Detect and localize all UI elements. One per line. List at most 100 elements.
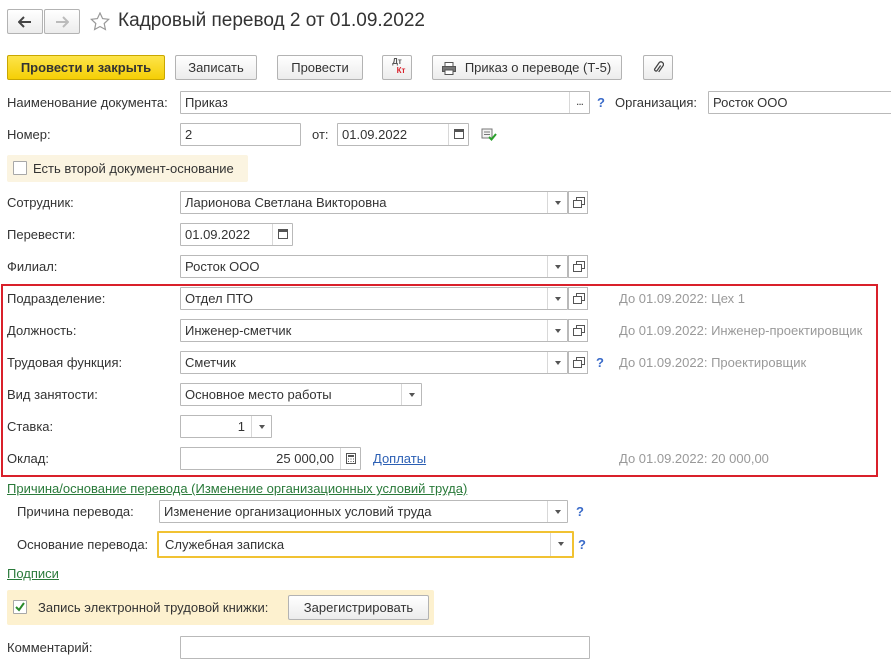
forward-button[interactable] [44,9,80,34]
employee-label: Сотрудник: [7,195,74,210]
position-value: Инженер-сметчик [185,323,292,338]
branch-value: Росток ООО [185,259,260,274]
select-dots-button[interactable]: ... [569,92,589,113]
arrow-left-icon [17,16,31,28]
doc-name-value: Приказ [185,95,228,110]
basis-field[interactable]: Служебная записка [157,531,574,558]
salary-value: 25 000,00 [276,451,334,466]
rate-dropdown-button[interactable] [251,416,271,437]
position-dropdown-button[interactable] [547,320,567,341]
transfer-calendar-button[interactable] [272,224,292,245]
basis-help-icon[interactable]: ? [578,537,586,553]
reason-label: Причина перевода: [17,504,134,519]
reason-dropdown-button[interactable] [547,501,567,522]
reason-value: Изменение организационных условий труда [164,504,432,519]
rate-field[interactable]: 1 [180,415,272,438]
rate-value: 1 [237,419,245,434]
employee-field[interactable]: Ларионова Светлана Викторовна [180,191,568,214]
highlight-frame [1,284,878,477]
reason-field[interactable]: Изменение организационных условий труда [159,500,568,523]
labor-func-dropdown-button[interactable] [547,352,567,373]
org-field[interactable]: Росток ООО [708,91,891,114]
number-value: 2 [185,127,193,142]
labor-func-field[interactable]: Сметчик [180,351,568,374]
dept-open-button[interactable] [568,287,588,310]
basis-value: Служебная записка [165,537,285,552]
labor-func-open-button[interactable] [568,351,588,374]
number-label: Номер: [7,127,51,142]
dept-dropdown-button[interactable] [547,288,567,309]
post-and-close-button[interactable]: Провести и закрыть [7,55,165,80]
doc-name-label: Наименование документа: [7,95,168,110]
print-order-button[interactable]: Приказ о переводе (Т-5) [432,55,622,80]
date-field[interactable]: 01.09.2022 [337,123,469,146]
date-value: 01.09.2022 [342,127,408,142]
position-label: Должность: [7,323,77,338]
comment-field[interactable] [180,636,590,659]
basis-label: Основание перевода: [17,537,149,552]
employment-label: Вид занятости: [7,387,98,402]
comment-label: Комментарий: [7,640,93,655]
calculator-button[interactable] [340,448,360,469]
doc-name-help-icon[interactable]: ? [597,95,605,111]
employment-value: Основное место работы [185,387,332,402]
history-check-icon[interactable] [481,127,497,141]
reason-help-icon[interactable]: ? [576,504,584,520]
window-title: Кадровый перевод 2 от 01.09.2022 [118,10,425,31]
attach-button[interactable] [643,55,673,80]
second-doc-checkbox[interactable] [13,161,27,175]
arrow-right-icon [56,16,70,28]
org-label: Организация: [615,95,698,110]
salary-hint: До 01.09.2022: 20 000,00 [619,451,769,466]
extra-payments-link[interactable]: Доплаты [373,451,426,467]
dept-hint: До 01.09.2022: Цех 1 [619,291,745,306]
labor-func-value: Сметчик [185,355,236,370]
employee-open-button[interactable] [568,191,588,214]
calendar-button[interactable] [448,124,468,145]
second-doc-label: Есть второй документ-основание [33,161,234,176]
star-icon[interactable] [90,12,110,31]
printer-icon [442,62,456,75]
branch-field[interactable]: Росток ООО [180,255,568,278]
position-open-button[interactable] [568,319,588,342]
dept-field[interactable]: Отдел ПТО [180,287,568,310]
post-button[interactable]: Провести [277,55,363,80]
labor-func-hint: До 01.09.2022: Проектировщик [619,355,807,370]
position-hint: До 01.09.2022: Инженер-проектировщик [619,323,863,338]
transfer-label: Перевести: [7,227,76,242]
basis-dropdown-button[interactable] [550,533,572,556]
calendar-icon [278,229,288,239]
branch-dropdown-button[interactable] [547,256,567,277]
save-button[interactable]: Записать [175,55,257,80]
rate-label: Ставка: [7,419,54,434]
dt-kt-button[interactable]: Дт Кт [382,55,412,80]
etk-checkbox[interactable] [13,600,27,614]
etk-label: Запись электронной трудовой книжки: [38,600,269,615]
checkmark-icon [15,602,25,612]
salary-field[interactable]: 25 000,00 [180,447,361,470]
dt-kt-icon: Дт Кт [392,57,406,75]
number-field[interactable]: 2 [180,123,301,146]
employee-dropdown-button[interactable] [547,192,567,213]
back-button[interactable] [7,9,43,34]
calculator-icon [346,453,356,464]
from-label: от: [312,127,329,142]
signatures-link[interactable]: Подписи [7,566,59,582]
employment-dropdown-button[interactable] [401,384,421,405]
branch-open-button[interactable] [568,255,588,278]
employee-value: Ларионова Светлана Викторовна [185,195,387,210]
paperclip-icon [653,61,665,73]
employment-field[interactable]: Основное место работы [180,383,422,406]
transfer-date-field[interactable]: 01.09.2022 [180,223,293,246]
org-value: Росток ООО [713,95,788,110]
doc-name-field[interactable]: Приказ ... [180,91,590,114]
salary-label: Оклад: [7,451,49,466]
dept-value: Отдел ПТО [185,291,254,306]
reason-section-link[interactable]: Причина/основание перевода (Изменение ор… [7,481,467,497]
register-button[interactable]: Зарегистрировать [288,595,429,620]
labor-func-label: Трудовая функция: [7,355,123,370]
branch-label: Филиал: [7,259,58,274]
labor-func-help-icon[interactable]: ? [596,355,604,371]
print-order-label: Приказ о переводе (Т-5) [464,60,612,75]
position-field[interactable]: Инженер-сметчик [180,319,568,342]
